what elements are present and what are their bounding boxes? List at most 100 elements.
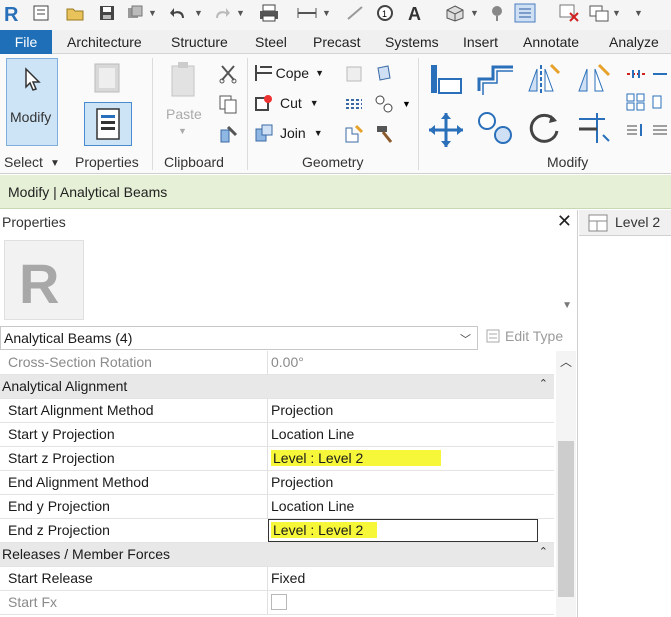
undo-dropdown-icon[interactable]: ▼: [194, 8, 203, 18]
floor-plan-icon: [588, 214, 608, 232]
properties-title: Properties: [2, 214, 66, 230]
hammer-icon[interactable]: [372, 122, 396, 146]
mirror-pick-axis-icon[interactable]: [524, 60, 564, 100]
trim-extend-icon[interactable]: [574, 108, 614, 148]
folder-icon[interactable]: [64, 2, 86, 24]
sync-dropdown-icon[interactable]: ▼: [148, 8, 157, 18]
redo-dropdown-icon[interactable]: ▼: [236, 8, 245, 18]
geometry-group-label: Geometry: [302, 154, 364, 170]
tab-analyze[interactable]: Analyze: [609, 30, 659, 54]
demolish-icon[interactable]: ▼: [372, 92, 412, 116]
properties-scrollbar[interactable]: ︿: [556, 351, 576, 617]
customize-toolbar-icon[interactable]: ▼: [634, 8, 643, 18]
print-icon[interactable]: [258, 2, 280, 24]
property-row: Cross-Section Rotation 0.00°: [0, 351, 554, 375]
move-icon[interactable]: [426, 110, 466, 150]
offset-icon[interactable]: [474, 60, 518, 100]
unpin-icon[interactable]: [624, 118, 648, 142]
property-value[interactable]: 0.00°: [271, 354, 304, 370]
cut-geometry-button[interactable]: Cut ▼: [254, 92, 324, 114]
copy-icon[interactable]: [216, 92, 240, 116]
tab-annotate[interactable]: Annotate: [523, 30, 579, 54]
text-icon[interactable]: A: [404, 2, 426, 24]
pin-icon[interactable]: [650, 62, 670, 86]
tag-icon[interactable]: 1: [374, 2, 396, 24]
scale-icon[interactable]: [650, 90, 670, 114]
tab-structure[interactable]: Structure: [171, 30, 228, 54]
property-row: Start Alignment Method Projection: [0, 399, 554, 423]
tab-architecture[interactable]: Architecture: [67, 30, 142, 54]
sync-icon[interactable]: [124, 2, 146, 24]
paste-button[interactable]: Paste ▼: [160, 58, 206, 142]
measure-dropdown-icon[interactable]: ▼: [322, 8, 331, 18]
cope-icon: [255, 65, 272, 81]
property-row: End z Projection Level : Level 2: [0, 519, 554, 543]
array-icon[interactable]: [624, 90, 648, 114]
properties-button[interactable]: [84, 102, 132, 146]
collapse-icon[interactable]: ⌃: [539, 377, 548, 390]
modify-button[interactable]: Modify: [6, 58, 58, 146]
section-icon[interactable]: [486, 2, 508, 24]
copy-element-icon[interactable]: [474, 108, 518, 148]
wall-joins-icon[interactable]: [342, 92, 366, 116]
scrollbar-thumb[interactable]: [558, 441, 574, 597]
match-type-icon[interactable]: [216, 122, 240, 146]
cope-button[interactable]: Cope ▼: [254, 62, 324, 84]
close-icon[interactable]: ✕: [557, 211, 572, 232]
edit-profile-icon[interactable]: [342, 122, 366, 146]
collapse-icon[interactable]: ⌃: [539, 545, 548, 558]
scroll-up-icon[interactable]: ︿: [560, 353, 572, 370]
select-group-label[interactable]: Select: [4, 154, 43, 170]
measure-icon[interactable]: [296, 2, 318, 24]
property-name: Start Alignment Method: [8, 402, 154, 418]
align-icon[interactable]: [426, 60, 466, 100]
revit-logo-icon[interactable]: R: [2, 2, 24, 24]
split-face-icon[interactable]: [342, 62, 366, 86]
aligned-dimension-icon[interactable]: [344, 2, 366, 24]
thin-lines-icon[interactable]: [514, 2, 536, 24]
3d-view-icon[interactable]: [444, 2, 466, 24]
property-value-highlighted[interactable]: Level : Level 2: [271, 522, 378, 538]
switch-windows-icon[interactable]: [588, 2, 610, 24]
tab-systems[interactable]: Systems: [385, 30, 439, 54]
tab-insert[interactable]: Insert: [463, 30, 498, 54]
cut-to-clipboard-icon[interactable]: [216, 62, 240, 86]
property-name: End y Projection: [8, 498, 110, 514]
split-element-icon[interactable]: [624, 62, 648, 86]
switch-windows-dropdown-icon[interactable]: ▼: [612, 8, 621, 18]
type-preview-area: R ▼: [0, 236, 578, 330]
edit-type-button[interactable]: Edit Type: [485, 328, 563, 344]
property-value[interactable]: Location Line: [271, 426, 354, 442]
type-selector[interactable]: Analytical Beams (4) ﹀: [0, 326, 478, 350]
redo-icon[interactable]: [210, 2, 232, 24]
tab-file[interactable]: File: [0, 30, 52, 54]
chevron-down-icon[interactable]: ﹀: [460, 331, 471, 347]
open-icon[interactable]: [30, 2, 52, 24]
tab-precast[interactable]: Precast: [313, 30, 360, 54]
undo-icon[interactable]: [168, 2, 190, 24]
property-value[interactable]: Projection: [271, 402, 333, 418]
delete-icon[interactable]: [650, 118, 670, 142]
paint-icon[interactable]: [372, 62, 396, 86]
section-header-analytical-alignment[interactable]: Analytical Alignment ⌃: [0, 375, 554, 399]
property-value-highlighted[interactable]: Level : Level 2: [271, 450, 442, 466]
type-properties-button[interactable]: [84, 58, 134, 98]
view-tab-level-2[interactable]: Level 2: [579, 210, 671, 236]
select-dropdown-icon[interactable]: ▼: [50, 158, 60, 169]
rotate-icon[interactable]: [524, 108, 564, 148]
section-header-releases[interactable]: Releases / Member Forces ⌃: [0, 543, 554, 567]
mirror-draw-axis-icon[interactable]: [574, 60, 614, 100]
save-icon[interactable]: [96, 2, 118, 24]
start-fx-checkbox[interactable]: [271, 594, 287, 610]
property-row: Start z Projection Level : Level 2: [0, 447, 554, 471]
property-value[interactable]: Fixed: [271, 570, 305, 586]
join-button[interactable]: Join ▼: [254, 122, 328, 144]
close-hidden-windows-icon[interactable]: [558, 2, 580, 24]
type-gallery-dropdown-icon[interactable]: ▼: [562, 300, 572, 311]
property-value[interactable]: Location Line: [271, 498, 354, 514]
property-value[interactable]: Projection: [271, 474, 333, 490]
3d-view-dropdown-icon[interactable]: ▼: [470, 8, 479, 18]
cut-geometry-icon: [255, 95, 272, 111]
tab-steel[interactable]: Steel: [255, 30, 287, 54]
type-selector-value: Analytical Beams (4): [4, 330, 133, 346]
